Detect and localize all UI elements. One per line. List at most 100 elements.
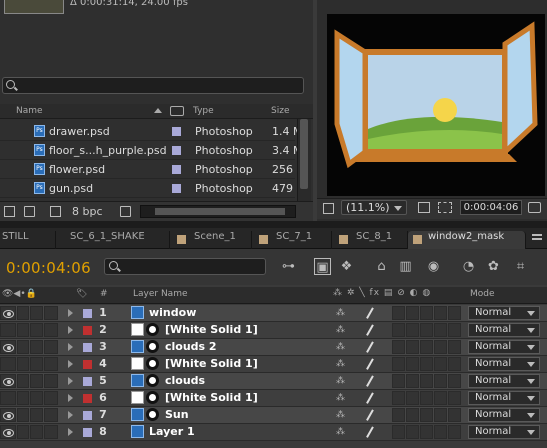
video-toggle[interactable] [0, 374, 16, 388]
layer-switch[interactable] [434, 357, 447, 371]
layer-switch[interactable] [448, 323, 461, 337]
solo-toggle[interactable] [30, 340, 43, 354]
layer-name[interactable]: clouds 2 [165, 340, 217, 353]
video-toggle[interactable] [0, 340, 16, 354]
layer-switch[interactable] [406, 357, 419, 371]
layer-switch[interactable] [420, 357, 433, 371]
brainstorm-icon[interactable]: ✿ [485, 258, 502, 275]
shy-switch-icon[interactable]: ⁂ [333, 340, 348, 354]
audio-toggle[interactable] [17, 391, 29, 405]
layer-row[interactable]: 4 [White Solid 1] ⁂ Normal [0, 356, 547, 373]
layer-name[interactable]: window [149, 306, 196, 319]
layer-name[interactable]: clouds [165, 374, 205, 387]
solo-toggle[interactable] [30, 306, 43, 320]
column-size[interactable]: Size [271, 106, 289, 116]
layer-switch[interactable] [420, 340, 433, 354]
tab-still[interactable]: STILL [0, 231, 56, 249]
lock-toggle[interactable] [44, 306, 58, 320]
region-of-interest-icon[interactable] [438, 202, 452, 213]
audio-toggle[interactable] [17, 357, 29, 371]
layer-switch[interactable] [392, 374, 405, 388]
timeline-search-input[interactable] [104, 258, 266, 275]
viewer-current-time[interactable]: 0:00:04:06 [460, 200, 522, 215]
layer-switch[interactable] [448, 340, 461, 354]
layer-row[interactable]: 5 clouds ⁂ Normal [0, 373, 547, 390]
column-layer-name[interactable]: Layer Name [133, 289, 188, 299]
expand-triangle-icon[interactable] [68, 394, 73, 402]
blend-mode-dropdown[interactable]: Normal [468, 323, 540, 337]
label-swatch[interactable] [83, 428, 92, 437]
layer-switch[interactable] [448, 408, 461, 422]
audio-toggle[interactable] [17, 306, 29, 320]
tab-sc-6-1-shake[interactable]: SC_6_1_SHAKE [56, 231, 170, 249]
quality-switch-icon[interactable] [363, 409, 377, 421]
expand-triangle-icon[interactable] [68, 326, 73, 334]
motion-blur-icon[interactable]: ◉ [425, 258, 442, 275]
expand-triangle-icon[interactable] [68, 343, 73, 351]
quality-switch-icon[interactable] [363, 375, 377, 387]
lock-toggle[interactable] [44, 374, 58, 388]
bit-depth[interactable]: 8 bpc [72, 205, 103, 218]
new-comp-icon[interactable] [50, 206, 61, 217]
layer-row[interactable]: 2 [White Solid 1] ⁂ Normal [0, 322, 547, 339]
audio-toggle[interactable] [17, 340, 29, 354]
shy-switch-icon[interactable]: ⁂ [333, 306, 348, 320]
layer-switch[interactable] [420, 425, 433, 439]
project-item[interactable]: Ps flower.psd Photoshop 256 K [0, 160, 304, 179]
quality-switch-icon[interactable] [363, 392, 377, 404]
label-swatch[interactable] [83, 343, 92, 352]
layer-switch[interactable] [434, 340, 447, 354]
quality-switch-icon[interactable] [363, 324, 377, 336]
scroll-thumb[interactable] [155, 208, 285, 215]
layer-name[interactable]: Sun [165, 408, 189, 421]
layer-row[interactable]: 8 Layer 1 ⁂ Normal [0, 424, 547, 441]
video-toggle[interactable] [0, 408, 16, 422]
label-swatch[interactable] [83, 360, 92, 369]
quality-switch-icon[interactable] [363, 358, 377, 370]
layer-switch[interactable] [434, 306, 447, 320]
quality-switch-icon[interactable] [363, 307, 377, 319]
label-swatch[interactable] [83, 411, 92, 420]
frame-blending-icon[interactable]: ▥ [397, 258, 414, 275]
blend-mode-dropdown[interactable]: Normal [468, 408, 540, 422]
quality-switch-icon[interactable] [363, 341, 377, 353]
column-name[interactable]: Name [16, 106, 43, 116]
layer-switch[interactable] [406, 408, 419, 422]
layer-name[interactable]: [White Solid 1] [165, 391, 258, 404]
draft-3d-icon[interactable]: ❖ [338, 258, 355, 275]
video-toggle[interactable] [0, 425, 16, 439]
layer-switch[interactable] [434, 425, 447, 439]
expand-triangle-icon[interactable] [68, 411, 73, 419]
layer-switch[interactable] [434, 408, 447, 422]
layer-row[interactable]: 3 clouds 2 ⁂ Normal [0, 339, 547, 356]
video-toggle[interactable] [0, 391, 16, 405]
blend-mode-dropdown[interactable]: Normal [468, 340, 540, 354]
quality-switch-icon[interactable] [363, 426, 377, 438]
composition-canvas[interactable] [327, 14, 545, 196]
auto-keyframe-icon[interactable]: ⌗ [512, 258, 529, 275]
trash-icon[interactable] [120, 206, 131, 217]
layer-switch[interactable] [448, 374, 461, 388]
audio-toggle[interactable] [17, 408, 29, 422]
lock-toggle[interactable] [44, 408, 58, 422]
layer-row[interactable]: 7 Sun ⁂ Normal [0, 407, 547, 424]
folder-icon[interactable] [24, 206, 35, 217]
column-type[interactable]: Type [193, 106, 214, 116]
layer-switch[interactable] [392, 306, 405, 320]
project-item[interactable]: Ps floor_s...h_purple.psd Photoshop 3.4 … [0, 141, 302, 160]
label-swatch[interactable] [83, 326, 92, 335]
layer-switch[interactable] [434, 374, 447, 388]
solo-toggle[interactable] [30, 391, 43, 405]
solo-toggle[interactable] [30, 323, 43, 337]
shy-switch-icon[interactable]: ⁂ [333, 357, 348, 371]
video-toggle[interactable] [0, 357, 16, 371]
interpret-footage-icon[interactable] [4, 206, 15, 217]
tab-sc-7-1[interactable]: SC_7_1 [252, 231, 332, 249]
layer-switch[interactable] [392, 340, 405, 354]
lock-toggle[interactable] [44, 357, 58, 371]
expand-triangle-icon[interactable] [68, 428, 73, 436]
layer-switch[interactable] [392, 357, 405, 371]
tab-window2-mask[interactable]: window2_mask [408, 231, 526, 249]
layer-switch[interactable] [392, 408, 405, 422]
magnification-dropdown[interactable]: (11.1%) [341, 200, 407, 215]
